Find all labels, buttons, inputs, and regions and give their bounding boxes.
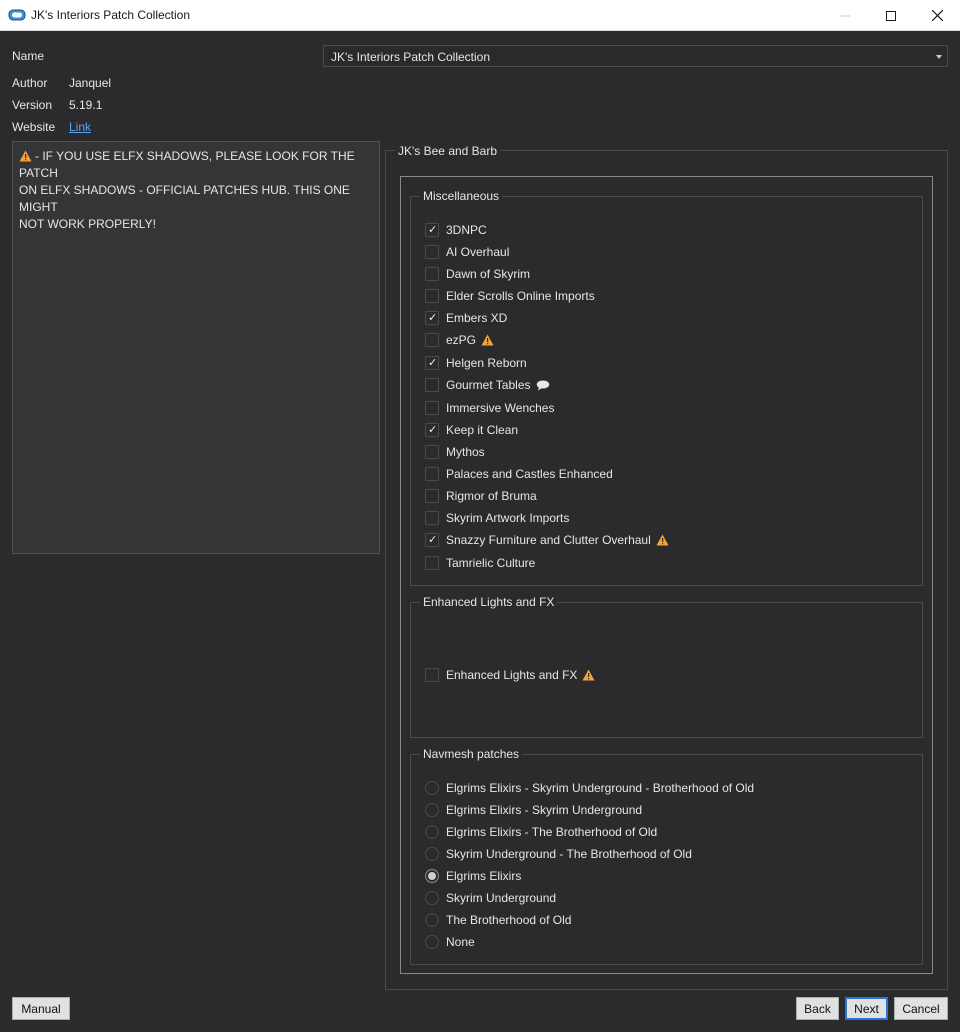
radio-option[interactable]: Elgrims Elixirs - The Brotherhood of Old xyxy=(425,824,657,840)
option-elder-scrolls-online-imports[interactable]: Elder Scrolls Online Imports xyxy=(425,288,595,304)
warning-icon xyxy=(656,534,669,546)
radio-button[interactable] xyxy=(425,803,439,817)
name-dropdown[interactable]: JK's Interiors Patch Collection xyxy=(323,45,948,67)
close-button[interactable] xyxy=(914,0,960,31)
radio-option[interactable]: Elgrims Elixirs - Skyrim Underground - B… xyxy=(425,780,754,796)
radio-option[interactable]: None xyxy=(425,934,475,950)
back-button[interactable]: Back xyxy=(796,997,839,1020)
radio-option[interactable]: Elgrims Elixirs - Skyrim Underground xyxy=(425,802,642,818)
check-icon: ✓ xyxy=(428,534,438,546)
name-label: Name xyxy=(12,49,45,63)
checkbox[interactable] xyxy=(425,245,439,259)
check-icon: ✓ xyxy=(428,224,438,236)
author-label: Author xyxy=(12,76,48,90)
radio-option-selected[interactable]: Elgrims Elixirs xyxy=(425,868,521,884)
group-title-navmesh-patches: Navmesh patches xyxy=(420,747,523,761)
radio-button[interactable] xyxy=(425,891,439,905)
checkbox[interactable]: ✓ xyxy=(425,533,439,547)
manual-button[interactable]: Manual xyxy=(12,997,70,1020)
maximize-icon xyxy=(886,10,896,21)
option-keep-it-clean[interactable]: ✓ Keep it Clean xyxy=(425,422,518,438)
option-skyrim-artwork-imports[interactable]: Skyrim Artwork Imports xyxy=(425,510,569,526)
author-value: Janquel xyxy=(69,76,112,90)
app-icon xyxy=(8,9,26,21)
check-icon: ✓ xyxy=(428,357,438,369)
checkbox[interactable] xyxy=(425,333,439,347)
radio-option[interactable]: Skyrim Underground xyxy=(425,890,556,906)
option-3dnpc[interactable]: ✓ 3DNPC xyxy=(425,222,487,238)
checkbox[interactable] xyxy=(425,401,439,415)
check-icon: ✓ xyxy=(428,424,438,436)
checkbox[interactable] xyxy=(425,489,439,503)
title-bar: JK's Interiors Patch Collection xyxy=(0,0,960,31)
radio-option[interactable]: The Brotherhood of Old xyxy=(425,912,571,928)
checkbox[interactable]: ✓ xyxy=(425,356,439,370)
checkbox[interactable] xyxy=(425,511,439,525)
warning-icon xyxy=(481,334,494,346)
maximize-button[interactable] xyxy=(868,0,914,31)
description-line: ON ELFX SHADOWS - OFFICIAL PATCHES HUB. … xyxy=(19,183,350,214)
radio-button[interactable] xyxy=(425,913,439,927)
group-title-miscellaneous: Miscellaneous xyxy=(420,189,503,203)
checkbox[interactable] xyxy=(425,467,439,481)
checkbox[interactable] xyxy=(425,378,439,392)
radio-button[interactable] xyxy=(425,781,439,795)
group-title-enhanced-lights: Enhanced Lights and FX xyxy=(420,595,558,609)
close-icon xyxy=(931,10,943,21)
cancel-button[interactable]: Cancel xyxy=(894,997,948,1020)
option-ezpg[interactable]: ezPG xyxy=(425,332,494,348)
radio-button[interactable] xyxy=(425,869,439,883)
checkbox[interactable] xyxy=(425,556,439,570)
option-helgen-reborn[interactable]: ✓ Helgen Reborn xyxy=(425,355,527,371)
description-panel: - IF YOU USE ELFX SHADOWS, PLEASE LOOK F… xyxy=(12,141,380,554)
option-dawn-of-skyrim[interactable]: Dawn of Skyrim xyxy=(425,266,530,282)
option-immersive-wenches[interactable]: Immersive Wenches xyxy=(425,400,554,416)
name-dropdown-value: JK's Interiors Patch Collection xyxy=(331,50,491,64)
option-mythos[interactable]: Mythos xyxy=(425,444,485,460)
option-enhanced-lights-and-fx[interactable]: Enhanced Lights and FX xyxy=(425,667,595,683)
check-icon: ✓ xyxy=(428,312,438,324)
minimize-button[interactable] xyxy=(822,0,868,31)
checkbox[interactable] xyxy=(425,668,439,682)
radio-button[interactable] xyxy=(425,935,439,949)
checkbox[interactable]: ✓ xyxy=(425,423,439,437)
option-tamrielic-culture[interactable]: Tamrielic Culture xyxy=(425,555,535,571)
option-gourmet-tables[interactable]: Gourmet Tables xyxy=(425,377,550,393)
warning-icon xyxy=(19,150,32,162)
chevron-down-icon xyxy=(936,55,942,59)
checkbox[interactable]: ✓ xyxy=(425,311,439,325)
option-snazzy-furniture[interactable]: ✓ Snazzy Furniture and Clutter Overhaul xyxy=(425,532,669,548)
next-button[interactable]: Next xyxy=(845,997,888,1020)
warning-icon xyxy=(582,669,595,681)
radio-button[interactable] xyxy=(425,847,439,861)
version-label: Version xyxy=(12,98,53,112)
website-label: Website xyxy=(12,120,56,134)
radio-button[interactable] xyxy=(425,825,439,839)
checkbox[interactable] xyxy=(425,289,439,303)
option-rigmor-of-bruma[interactable]: Rigmor of Bruma xyxy=(425,488,537,504)
page-title: JK's Bee and Barb xyxy=(395,144,501,158)
description-line: NOT WORK PROPERLY! xyxy=(19,217,156,231)
window-title: JK's Interiors Patch Collection xyxy=(31,8,191,22)
website-link[interactable]: Link xyxy=(69,120,91,134)
checkbox[interactable]: ✓ xyxy=(425,223,439,237)
speech-bubble-icon xyxy=(536,380,549,390)
radio-option[interactable]: Skyrim Underground - The Brotherhood of … xyxy=(425,846,692,862)
version-value: 5.19.1 xyxy=(69,98,103,112)
option-ai-overhaul[interactable]: AI Overhaul xyxy=(425,244,509,260)
description-line: - IF YOU USE ELFX SHADOWS, PLEASE LOOK F… xyxy=(19,149,355,180)
minimize-icon xyxy=(840,15,850,16)
option-palaces-and-castles-enhanced[interactable]: Palaces and Castles Enhanced xyxy=(425,466,613,482)
checkbox[interactable] xyxy=(425,267,439,281)
checkbox[interactable] xyxy=(425,445,439,459)
option-embers-xd[interactable]: ✓ Embers XD xyxy=(425,310,507,326)
